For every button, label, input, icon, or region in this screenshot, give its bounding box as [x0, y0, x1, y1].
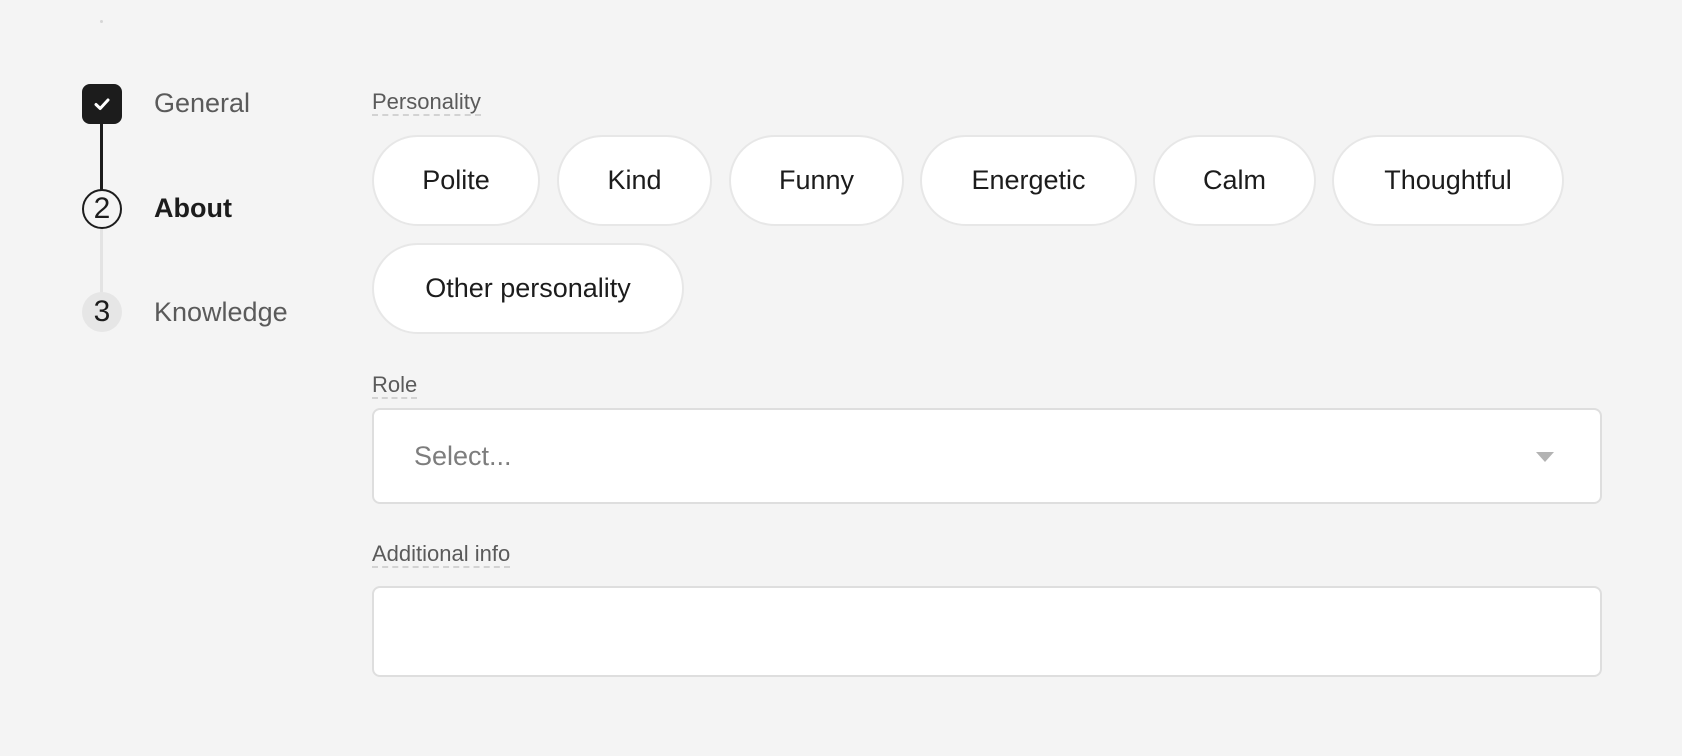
- role-label: Role: [372, 372, 418, 399]
- stepper-connector-completed: [100, 122, 103, 190]
- personality-chip-calm[interactable]: Calm: [1153, 135, 1316, 226]
- stepper-connector-upcoming: [100, 228, 103, 294]
- personality-label: Personality: [372, 89, 481, 116]
- personality-chip-energetic[interactable]: Energetic: [920, 135, 1137, 226]
- additional-info-input[interactable]: [372, 586, 1602, 677]
- stepper: General 2 About 3 Knowledge: [0, 0, 340, 756]
- personality-chip-polite[interactable]: Polite: [372, 135, 540, 226]
- personality-chip-funny[interactable]: Funny: [729, 135, 904, 226]
- check-icon: [94, 98, 110, 110]
- step-general-marker[interactable]: [82, 84, 122, 124]
- step-about-marker: 2: [82, 189, 122, 229]
- agent-setup-page: General 2 About 3 Knowledge Personality …: [0, 0, 1682, 756]
- role-select-placeholder: Select...: [414, 440, 512, 471]
- step-general-label[interactable]: General: [154, 90, 250, 117]
- personality-chip-kind[interactable]: Kind: [557, 135, 712, 226]
- step-knowledge-marker: 3: [82, 292, 122, 332]
- step-about-label: About: [154, 193, 232, 223]
- caret-down-icon: [1536, 452, 1554, 462]
- step-knowledge-label: Knowledge: [154, 297, 288, 327]
- role-select[interactable]: Select...: [372, 408, 1602, 504]
- personality-chip-other[interactable]: Other personality: [372, 243, 684, 334]
- personality-chip-thoughtful[interactable]: Thoughtful: [1332, 135, 1564, 226]
- additional-info-label: Additional info: [372, 541, 511, 568]
